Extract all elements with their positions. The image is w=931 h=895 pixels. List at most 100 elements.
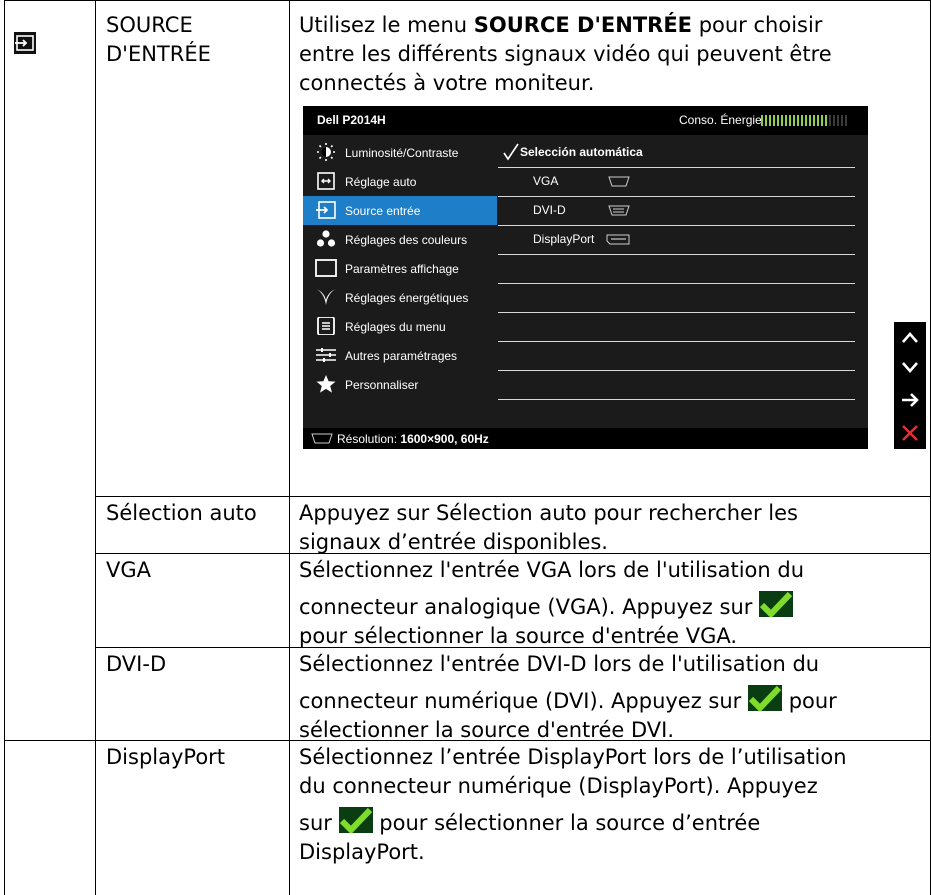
osd-menu-item-input-source[interactable]: Source entrée — [303, 196, 497, 225]
menu-icon — [317, 317, 335, 335]
desc-line: DisplayPort. — [299, 840, 425, 864]
osd-option-empty — [498, 370, 855, 400]
osd-menu-item-energy[interactable]: Réglages énergétiques — [303, 283, 497, 312]
osd-menu-label: Réglage auto — [345, 175, 417, 189]
desc-text: Utilisez le menu — [299, 13, 474, 37]
energy-tick — [781, 115, 783, 126]
energy-tick — [841, 115, 843, 126]
energy-tick — [825, 115, 827, 126]
osd-menu-label: Autres paramétrages — [345, 349, 458, 363]
table-border-col2 — [289, 0, 290, 895]
up-icon[interactable] — [900, 329, 920, 345]
energy-tick — [833, 115, 835, 126]
displayport-connector-icon — [606, 234, 630, 245]
desc-line: sur pour sélectionner la source d’entrée — [299, 807, 925, 838]
row-divider — [95, 496, 931, 497]
energy-tick — [821, 115, 823, 126]
desc-selection-auto: Appuyez sur Sélection auto pour recherch… — [299, 499, 925, 557]
osd-option-label: DisplayPort — [533, 232, 595, 246]
energy-tick — [785, 115, 787, 126]
osd-menu-label: Source entrée — [345, 204, 421, 218]
osd-menu-label: Réglages des couleurs — [345, 233, 468, 247]
term-source-entree: SOURCE D'ENTRÉE — [106, 11, 276, 69]
energy-tick — [845, 115, 847, 126]
energy-tick — [773, 115, 775, 126]
energy-tick — [837, 115, 839, 126]
energy-tick — [789, 115, 791, 126]
dvi-connector-icon — [608, 205, 630, 216]
osd-top-bar: Dell P2014H Conso. Énergie — [303, 106, 868, 135]
desc-line: signaux d’entrée disponibles. — [299, 530, 608, 554]
exit-icon[interactable] — [900, 424, 920, 442]
osd-option-displayport[interactable]: DisplayPort — [498, 225, 855, 255]
energy-tick — [765, 115, 767, 126]
osd-menu-label: Luminosité/Contraste — [345, 146, 459, 160]
osd-footer: Résolution: 1600×900, 60Hz — [303, 428, 868, 449]
desc-displayport: Sélectionnez l’entrée DisplayPort lors d… — [299, 743, 925, 867]
desc-source-entree: Utilisez le menu SOURCE D'ENTRÉE pour ch… — [299, 11, 925, 98]
osd-menu-item-display[interactable]: Paramètres affichage — [303, 254, 497, 283]
osd-menu-label: Réglages énergétiques — [345, 291, 469, 305]
osd-option-dvi[interactable]: DVI-D — [498, 196, 855, 226]
osd-option-empty — [498, 254, 855, 284]
osd-menu-item-menu[interactable]: Réglages du menu — [303, 312, 497, 341]
desc-line: Sélectionnez l'entrée VGA lors de l'util… — [299, 558, 805, 582]
display-icon — [315, 259, 337, 277]
osd-model-label: Dell P2014H — [317, 113, 386, 127]
desc-text: pour — [788, 689, 837, 713]
vga-connector-icon — [608, 176, 630, 187]
desc-line: Utilisez le menu SOURCE D'ENTRÉE pour ch… — [299, 11, 925, 40]
desc-bold-text: SOURCE D'ENTRÉE — [473, 13, 693, 37]
term-displayport: DisplayPort — [106, 743, 286, 772]
term-text: Sélection auto — [106, 501, 257, 525]
other-settings-icon — [316, 348, 336, 362]
input-source-icon — [14, 32, 36, 54]
desc-text: pour choisir — [692, 13, 823, 37]
term-dvi-d: DVI-D — [106, 650, 286, 679]
osd-options-panel: Selección automática VGA DVI-D DisplayPo… — [498, 136, 868, 428]
energy-meter — [761, 115, 847, 126]
term-selection-auto: Sélection auto — [106, 499, 286, 528]
energy-tick — [829, 115, 831, 126]
table-border-left — [4, 0, 5, 895]
desc-vga: Sélectionnez l'entrée VGA lors de l'util… — [299, 556, 925, 651]
desc-text: sur — [299, 811, 332, 835]
enter-icon[interactable] — [900, 392, 920, 408]
resolution-value: 1600×900, 60Hz — [400, 432, 489, 446]
check-icon — [503, 143, 519, 161]
osd-option-auto[interactable]: Selección automática — [498, 138, 855, 168]
energy-tick — [805, 115, 807, 126]
osd-resolution-label: Résolution: 1600×900, 60Hz — [337, 432, 489, 446]
desc-line: Sélectionnez l’entrée DisplayPort lors d… — [299, 745, 847, 769]
osd-menu-item-personalize[interactable]: Personnaliser — [303, 370, 497, 399]
osd-menu-item-auto-adjust[interactable]: Réglage auto — [303, 167, 497, 196]
term-text: VGA — [106, 558, 152, 582]
osd-menu-item-other[interactable]: Autres paramétrages — [303, 341, 497, 370]
term-text: DisplayPort — [106, 745, 226, 769]
desc-text: connecteur numérique (DVI). Appuyez sur — [299, 689, 742, 713]
table-border-top — [4, 0, 931, 1]
osd-menu-label: Réglages du menu — [345, 320, 446, 334]
desc-line: entre les différents signaux vidéo qui p… — [299, 42, 832, 66]
energy-tick — [801, 115, 803, 126]
desc-line: Appuyez sur Sélection auto pour recherch… — [299, 501, 798, 525]
energy-tick — [809, 115, 811, 126]
osd-option-empty — [498, 312, 855, 342]
desc-text: pour sélectionner la source d’entrée — [379, 811, 761, 835]
down-icon[interactable] — [900, 360, 920, 376]
brightness-icon — [317, 143, 335, 161]
osd-option-vga[interactable]: VGA — [498, 167, 855, 197]
desc-text: connecteur analogique (VGA). Appuyez sur — [299, 595, 753, 619]
desc-line: sélectionner la source d'entrée DVI. — [299, 718, 675, 742]
desc-line: Sélectionnez l'entrée DVI-D lors de l'ut… — [299, 652, 820, 676]
term-text: SOURCE D'ENTRÉE — [106, 13, 211, 66]
energy-tick — [797, 115, 799, 126]
energy-tick — [793, 115, 795, 126]
osd-menu-item-brightness[interactable]: Luminosité/Contraste — [303, 138, 497, 167]
osd-option-empty — [498, 341, 855, 371]
desc-line: du connecteur numérique (DisplayPort). A… — [299, 774, 818, 798]
osd-option-label: VGA — [533, 174, 559, 188]
table-border-col1 — [95, 0, 96, 895]
osd-menu-item-color[interactable]: Réglages des couleurs — [303, 225, 497, 254]
energy-tick — [813, 115, 815, 126]
